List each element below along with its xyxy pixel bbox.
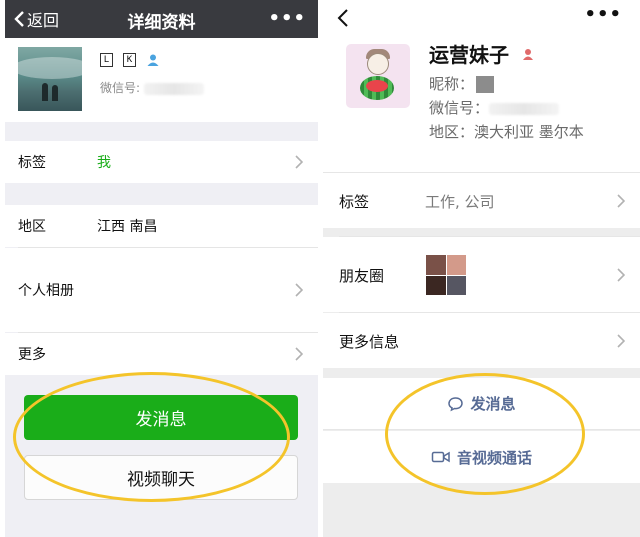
- back-arrow-icon[interactable]: [337, 8, 349, 28]
- profile-name: L K: [100, 53, 160, 67]
- row-label: 朋友圈: [339, 267, 385, 285]
- nickname-label: 昵称：: [429, 75, 475, 93]
- region-value: 澳大利亚 墨尔本: [474, 123, 584, 141]
- wechat-id-redacted: [489, 102, 560, 115]
- row-value: 我: [97, 155, 111, 171]
- chevron-right-icon: [295, 283, 303, 297]
- chevron-right-icon: [295, 347, 303, 361]
- wechat-id-label: 微信号:: [100, 81, 141, 95]
- chevron-right-icon: [617, 267, 625, 282]
- row-value: 工作, 公司: [425, 193, 495, 211]
- row-tags[interactable]: 标签 工作, 公司: [323, 172, 640, 228]
- wechat-id: 微信号:: [100, 79, 204, 96]
- row-label: 地区: [18, 219, 46, 235]
- row-label: 更多信息: [339, 333, 400, 351]
- row-more[interactable]: 更多: [5, 333, 318, 375]
- row-moments[interactable]: 朋友圈: [323, 237, 640, 312]
- chevron-right-icon: [617, 333, 625, 348]
- row-label: 标签: [339, 193, 370, 211]
- video-camera-icon: [431, 451, 450, 463]
- send-message-label: 发消息: [470, 395, 516, 413]
- wechat-id-redacted: [143, 82, 204, 95]
- left-profile-header: L K 微信号:: [5, 38, 318, 122]
- row-photo-album[interactable]: 个人相册: [5, 248, 318, 332]
- avatar[interactable]: [346, 44, 410, 108]
- row-tags[interactable]: 标签 我: [5, 141, 318, 183]
- more-menu-icon[interactable]: •••: [268, 8, 306, 29]
- row-label: 个人相册: [18, 283, 74, 299]
- left-nav-bar: 返回 详细资料 •••: [5, 0, 318, 38]
- chevron-right-icon: [617, 193, 625, 208]
- nickname-redacted: [476, 76, 495, 93]
- female-gender-icon: [523, 48, 533, 60]
- wechat-id: 微信号：: [429, 97, 560, 118]
- region: 地区：澳大利亚 墨尔本: [429, 121, 584, 142]
- video-chat-button[interactable]: 视频聊天: [24, 455, 298, 500]
- send-message-button[interactable]: 发消息: [24, 395, 298, 440]
- row-more-info[interactable]: 更多信息: [323, 313, 640, 368]
- send-message-button[interactable]: 发消息: [323, 378, 640, 430]
- row-label: 标签: [18, 155, 46, 171]
- more-menu-icon[interactable]: •••: [584, 4, 622, 25]
- person-gender-icon: [147, 54, 159, 66]
- region-label: 地区：: [429, 123, 475, 141]
- av-call-label: 音视频通话: [456, 448, 532, 467]
- left-contact-profile: 返回 详细资料 ••• L K 微信号: 标签 我 地区 江西 南昌 个人相册 …: [5, 0, 318, 537]
- name-char: L: [100, 53, 113, 67]
- wechat-id-label: 微信号：: [429, 99, 490, 117]
- row-region: 地区 江西 南昌: [5, 205, 318, 247]
- right-contact-profile: ••• 运营妹子 昵称： 微信号： 地区：澳大利亚 墨尔本 标签 工作, 公司 …: [323, 0, 640, 537]
- profile-name-text: 运营妹子: [429, 43, 509, 67]
- row-label: 更多: [18, 347, 46, 363]
- row-value: 江西 南昌: [97, 219, 158, 235]
- moments-thumbnails: [426, 255, 466, 295]
- name-char: K: [123, 53, 136, 67]
- chat-bubble-icon: [448, 396, 464, 411]
- avatar[interactable]: [18, 47, 82, 111]
- chevron-right-icon: [295, 155, 303, 169]
- av-call-button[interactable]: 音视频通话: [323, 431, 640, 483]
- profile-name: 运营妹子: [429, 39, 535, 68]
- right-profile-header: ••• 运营妹子 昵称： 微信号： 地区：澳大利亚 墨尔本: [323, 0, 640, 172]
- nickname: 昵称：: [429, 73, 495, 94]
